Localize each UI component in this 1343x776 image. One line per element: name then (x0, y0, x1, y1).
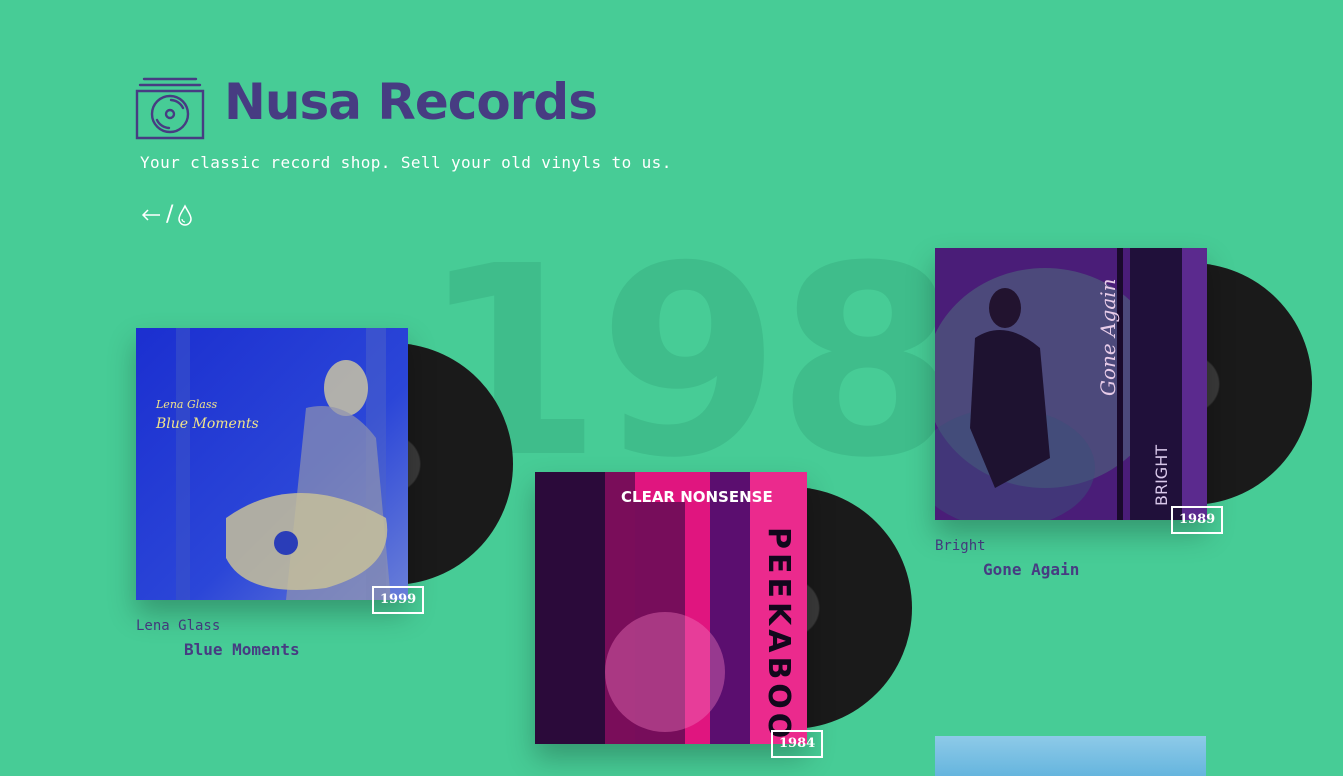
year-badge: 1989 (1171, 506, 1224, 534)
arrow-left-icon[interactable] (140, 204, 162, 226)
album-card: Gone Again BRIGHT 1989 Bright Gone Again (935, 248, 1312, 579)
site-title: Nusa Records (224, 73, 598, 131)
vinyl-crate-icon (135, 77, 205, 140)
cover-artist-text: CLEAR NONSENSE (621, 488, 773, 506)
album-artist: Lena Glass (136, 618, 221, 634)
nav-controls: / (140, 204, 193, 226)
album-cover[interactable]: CLEAR NONSENSE PEEKABOO (535, 472, 807, 744)
year-badge: 1999 (372, 586, 425, 614)
cover-artist-text: BRIGHT (1152, 445, 1171, 506)
album-title[interactable]: Gone Again (983, 560, 1207, 579)
droplet-icon[interactable] (177, 204, 193, 226)
album-cover[interactable]: Gone Again BRIGHT (935, 248, 1207, 520)
site-tagline: Your classic record shop. Sell your old … (140, 153, 672, 172)
album-artist: Bright (935, 538, 986, 554)
album-cover[interactable]: Lena Glass Blue Moments (136, 328, 408, 600)
album-card: Lena Glass Blue Moments 1999 Lena Glass … (136, 328, 513, 659)
cover-title-text: Blue Moments (155, 416, 259, 432)
cover-title-text: Gone Again (1096, 278, 1120, 396)
album-cover[interactable] (935, 736, 1206, 776)
year-badge: 1984 (771, 730, 824, 758)
cover-title-text: PEEKABOO (761, 527, 796, 742)
album-title[interactable]: Blue Moments (184, 640, 408, 659)
cover-artist-text: Lena Glass (155, 398, 217, 411)
album-card: CLEAR NONSENSE PEEKABOO 1984 (535, 472, 912, 758)
nav-separator: / (166, 202, 174, 227)
